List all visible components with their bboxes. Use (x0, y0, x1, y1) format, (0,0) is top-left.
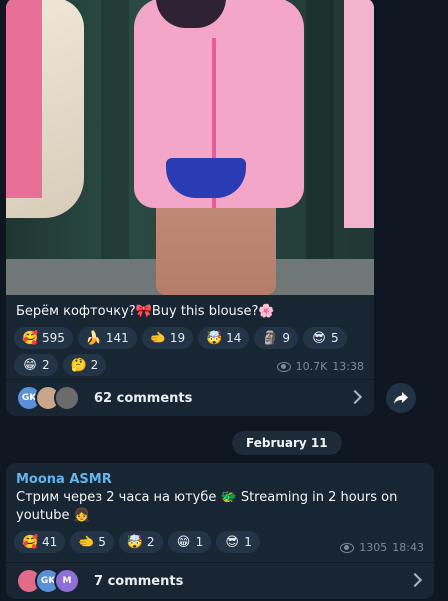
reaction-emoji-icon: 🤯 (126, 534, 144, 550)
share-arrow-icon (394, 392, 408, 404)
reaction-count: 19 (169, 331, 186, 345)
comments-button[interactable]: GK 62 comments (6, 380, 374, 416)
post-time: 13:38 (332, 360, 364, 373)
views-eye-icon (340, 542, 355, 553)
reaction-count: 1 (195, 535, 204, 549)
post-caption: Берём кофточку?🎀Buy this blouse?🌸 (16, 304, 275, 319)
comments-button[interactable]: GK M 7 comments (6, 563, 434, 599)
reaction-emoji-icon: 🤯 (206, 330, 223, 346)
post-author[interactable]: Moona ASMR (6, 463, 434, 487)
reaction-emoji-icon: 😁 (176, 534, 191, 550)
reaction-count: 2 (90, 358, 99, 372)
reaction-count: 5 (98, 535, 106, 549)
view-count: 1305 (359, 541, 388, 554)
reaction-chip[interactable]: 😁 2 (14, 354, 58, 376)
curtain-fold (306, 0, 334, 295)
post-time: 18:43 (392, 541, 424, 554)
reaction-count: 1 (244, 535, 252, 549)
channel-post-text: Moona ASMR Стрим через 2 часа на ютубе 🐲… (6, 463, 434, 599)
reaction-count: 141 (105, 331, 129, 345)
post-text: Стрим через 2 часа на ютубе 🐲 Streaming … (16, 490, 398, 523)
view-count: 10.7K (295, 360, 328, 373)
reaction-chip[interactable]: 🍌 141 (77, 327, 137, 349)
reaction-emoji-icon: 🤔 (70, 357, 87, 373)
commenter-avatars: GK (16, 385, 80, 411)
comments-count: 62 comments (94, 390, 193, 406)
views-eye-icon (276, 361, 291, 372)
curtain-fold (101, 0, 129, 295)
hanging-pink-garment (6, 0, 42, 198)
reaction-count: 41 (42, 535, 58, 549)
reaction-emoji-icon: 😎 (225, 534, 239, 550)
avatar (54, 385, 80, 411)
reaction-chip[interactable]: 🥰 595 (14, 327, 73, 349)
reaction-count: 2 (146, 535, 155, 549)
reaction-chip[interactable]: 🤯 2 (118, 531, 163, 553)
reaction-chip[interactable]: 🤔 2 (62, 354, 107, 376)
reaction-count: 14 (226, 331, 242, 345)
comments-count: 7 comments (94, 573, 184, 589)
reaction-count: 595 (42, 331, 65, 345)
commenter-avatars: GK M (16, 568, 80, 594)
reaction-chip[interactable]: 🥰 41 (14, 531, 66, 553)
reaction-emoji-icon: 🗿 (262, 330, 279, 346)
reaction-emoji-icon: 🫲 (78, 534, 95, 550)
chevron-right-icon (347, 389, 363, 405)
reaction-count: 9 (282, 331, 291, 345)
reaction-emoji-icon: 😎 (312, 330, 326, 346)
hanging-pink-sleeve (344, 0, 374, 228)
post-meta: 1305 18:43 (340, 541, 424, 554)
reaction-emoji-icon: 🥰 (22, 330, 39, 346)
reaction-count: 2 (42, 358, 50, 372)
reaction-count: 5 (331, 331, 339, 345)
reaction-chip[interactable]: 🗿 9 (254, 327, 299, 349)
date-separator: February 11 (232, 431, 342, 455)
reaction-emoji-icon: 🫲 (149, 330, 166, 346)
post-meta: 10.7K 13:38 (276, 360, 364, 373)
reaction-chip[interactable]: 😎 1 (216, 531, 260, 553)
reaction-chip[interactable]: 🫲 19 (141, 327, 194, 349)
reaction-chip[interactable]: 😁 1 (167, 531, 212, 553)
reaction-emoji-icon: 😁 (23, 357, 37, 373)
blue-bottoms (166, 158, 246, 198)
reaction-chip[interactable]: 😎 5 (303, 327, 347, 349)
channel-post-photo: Берём кофточку?🎀Buy this blouse?🌸 🥰 595 🍌 1… (6, 0, 374, 416)
share-button[interactable] (386, 383, 416, 413)
reaction-emoji-icon: 🥰 (22, 534, 39, 550)
reaction-chip[interactable]: 🤯 14 (198, 327, 250, 349)
reaction-chip[interactable]: 🫲 5 (70, 531, 114, 553)
chevron-right-icon (407, 572, 423, 588)
avatar: M (54, 568, 80, 594)
reaction-emoji-icon: 🍌 (85, 330, 103, 346)
post-photo[interactable] (6, 0, 374, 295)
